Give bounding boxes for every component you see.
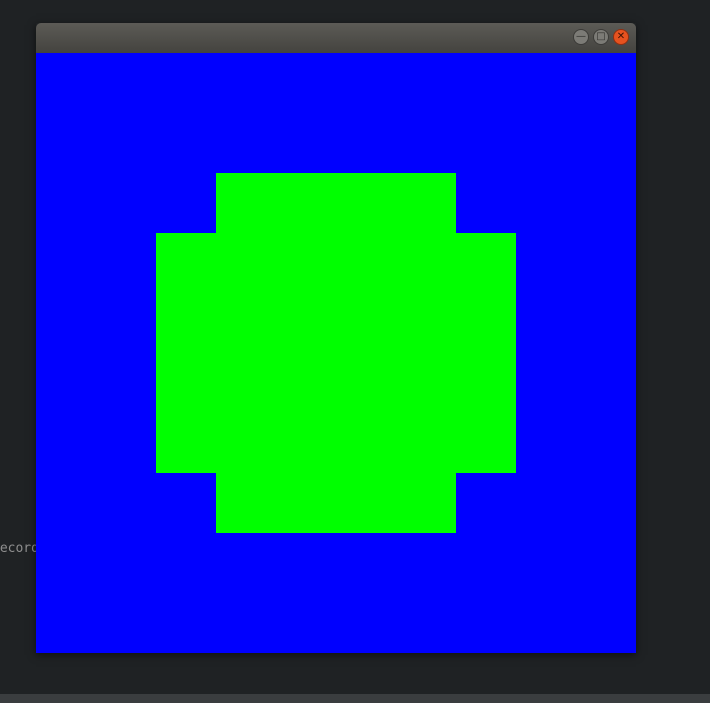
close-button[interactable]: ✕ <box>613 29 629 45</box>
render-canvas[interactable] <box>36 53 636 653</box>
close-icon: ✕ <box>616 31 626 42</box>
green-shape-bottom <box>216 473 456 533</box>
window-titlebar[interactable]: — □ ✕ <box>36 23 636 53</box>
maximize-button[interactable]: □ <box>593 29 609 45</box>
green-shape-middle <box>156 233 516 473</box>
bottom-panel <box>0 694 710 703</box>
minimize-icon: — <box>576 31 586 42</box>
maximize-icon: □ <box>596 31 606 42</box>
app-window: — □ ✕ <box>36 23 636 653</box>
green-shape-top <box>216 173 456 233</box>
minimize-button[interactable]: — <box>573 29 589 45</box>
